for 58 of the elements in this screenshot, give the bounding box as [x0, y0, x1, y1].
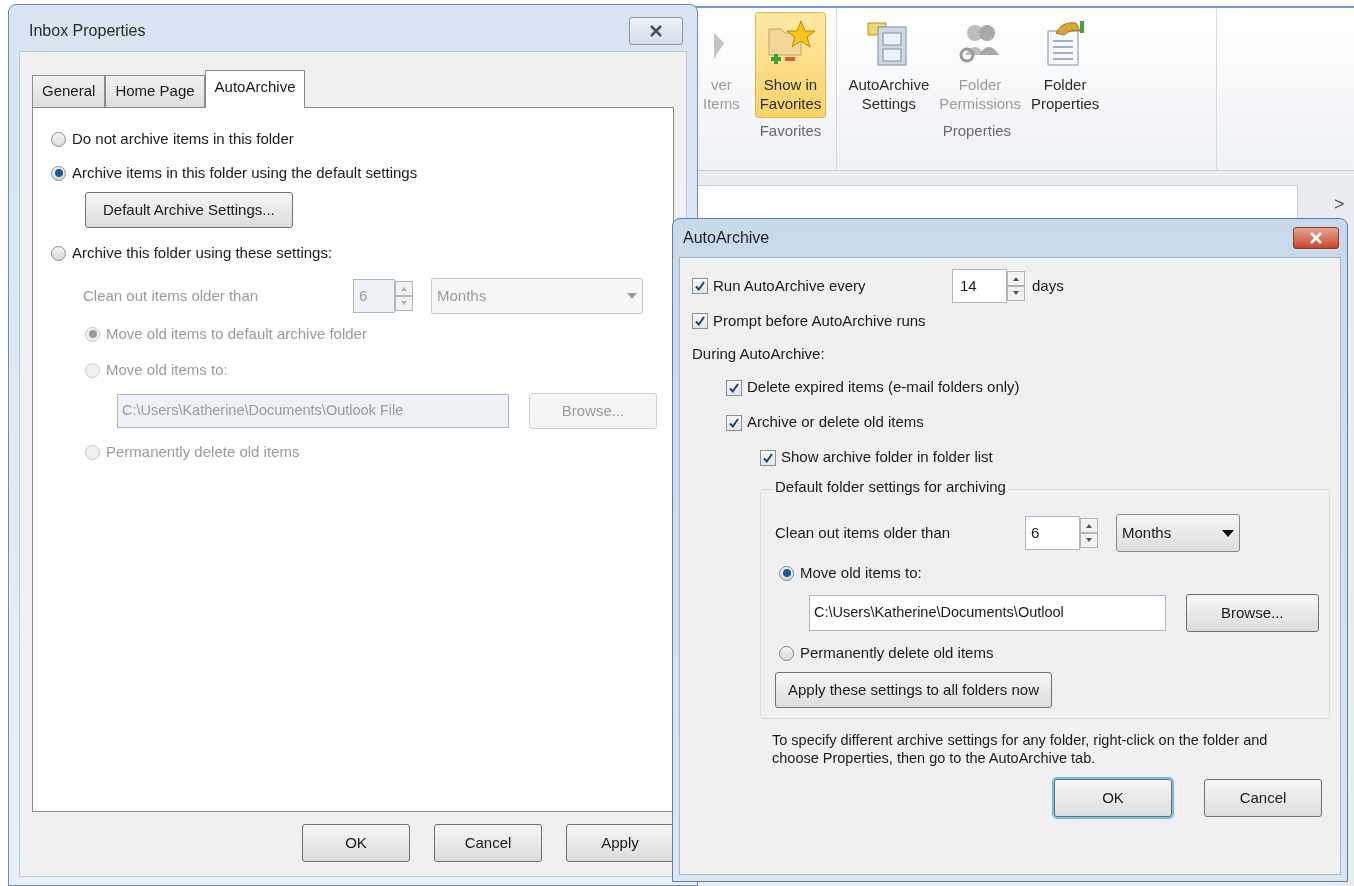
radio-label: Permanently delete old items — [106, 441, 300, 462]
checkbox[interactable] — [726, 414, 742, 431]
checkbox-label: Archive or delete old items — [747, 412, 924, 433]
tab[interactable]: AutoArchive — [204, 70, 306, 108]
push-button[interactable]: Browse... — [1185, 594, 1319, 632]
checkbox[interactable] — [692, 313, 708, 329]
group-label: Favorites — [759, 121, 822, 141]
radio-label: Move old items to: — [800, 562, 922, 583]
radio-label: Archive items in this folder using the default settings — [72, 162, 418, 183]
push-button[interactable]: Default Archive Settings... — [85, 192, 293, 228]
caret-icon — [1222, 529, 1234, 537]
spinner-arrows[interactable] — [1007, 271, 1025, 301]
radio-button[interactable] — [51, 165, 66, 181]
ribbon-button[interactable]: Show in Favorites — [754, 12, 827, 118]
push-button[interactable]: Cancel — [434, 824, 542, 862]
close-button[interactable] — [1293, 227, 1339, 249]
field-label: Clean out items older than — [775, 522, 952, 543]
field-label: Clean out items older than — [83, 285, 260, 306]
close-button[interactable] — [629, 17, 683, 45]
checkbox-label: Show archive folder in folder list — [781, 447, 993, 468]
close-icon — [1309, 232, 1323, 244]
caret-icon — [627, 293, 637, 299]
push-button[interactable]: Cancel — [1204, 779, 1322, 817]
window-title: Inbox Properties — [29, 21, 146, 41]
radio-button[interactable] — [51, 245, 66, 261]
spinner-arrows[interactable] — [1080, 518, 1098, 548]
checkbox-label: Delete expired items (e-mail folders only) — [747, 377, 1020, 398]
checkbox[interactable] — [726, 379, 742, 396]
close-icon — [649, 25, 663, 37]
radio-label: Move old items to default archive folder — [106, 323, 367, 344]
ribbon-button[interactable]: Folder Properties — [1025, 12, 1105, 118]
path-field[interactable]: C:\Users\Katherine\Documents\Outlool — [809, 595, 1166, 631]
group-label: Properties — [942, 121, 1012, 141]
radio-button[interactable] — [51, 131, 66, 147]
radio-label: Archive this folder using these settings: — [72, 242, 333, 263]
window-title: AutoArchive — [683, 228, 770, 248]
radio-label: Do not archive items in this folder — [72, 128, 294, 149]
dropdown[interactable]: Months — [1116, 514, 1240, 552]
push-button[interactable]: Apply these settings to all folders now — [775, 672, 1052, 708]
help-text: To specify different archive settings for any folder, right-click on the folder and choose Properties, then go to the AutoArchive tab. — [772, 731, 1269, 767]
radio-button[interactable] — [779, 645, 794, 661]
section-label: During AutoArchive: — [692, 343, 825, 364]
number-field[interactable]: 14 — [952, 269, 1007, 303]
ribbon-button[interactable]: AutoArchive Settings — [843, 12, 935, 118]
checkbox[interactable] — [760, 449, 776, 466]
number-field[interactable]: 6 — [1025, 516, 1080, 550]
checkbox[interactable] — [692, 278, 708, 294]
push-button[interactable]: OK — [302, 824, 410, 862]
push-button[interactable]: Apply — [566, 824, 674, 862]
radio-button[interactable] — [779, 565, 794, 581]
radio-label: Move old items to: — [106, 359, 228, 380]
radio-label: Permanently delete old items — [800, 642, 994, 663]
push-button[interactable]: OK — [1054, 779, 1172, 817]
unit-label: days — [1032, 275, 1064, 296]
tab[interactable]: Home Page — [105, 75, 205, 107]
checkbox-label: Prompt before AutoArchive runs — [713, 310, 926, 331]
tab[interactable]: General — [32, 75, 106, 107]
checkbox-label: Run AutoArchive every — [713, 275, 866, 296]
